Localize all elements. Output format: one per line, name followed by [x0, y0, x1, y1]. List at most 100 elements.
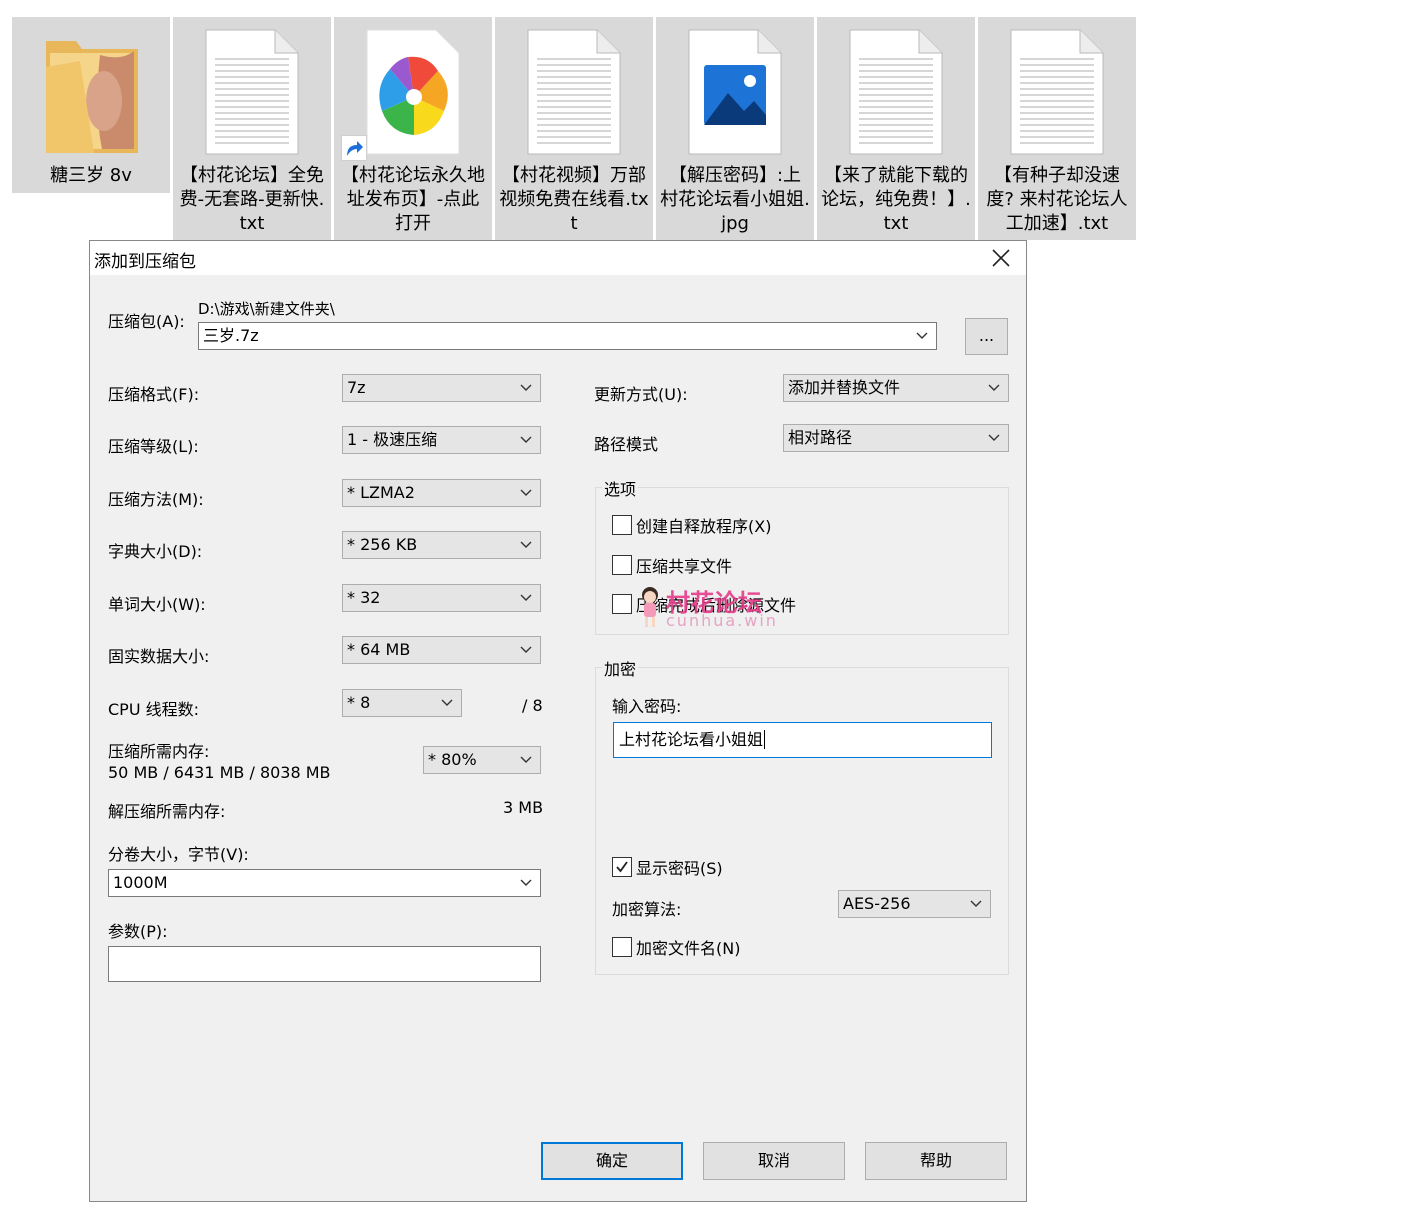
method-value: * LZMA2 [347, 483, 415, 502]
algo-label: 加密算法: [612, 900, 682, 919]
level-select[interactable]: 1 - 极速压缩 [342, 426, 541, 454]
file-tile[interactable]: 【村花论坛永久地址发布页】-点此打开 [334, 17, 492, 240]
threads-select[interactable]: * 8 [342, 689, 462, 717]
solid-select[interactable]: * 64 MB [342, 636, 541, 664]
checkbox-label: 显示密码(S) [636, 859, 723, 878]
path-mode-select[interactable]: 相对路径 [783, 424, 1009, 452]
threads-max: / 8 [522, 696, 543, 715]
chevron-down-icon [441, 699, 453, 706]
show-password-checkbox[interactable]: 显示密码(S) [612, 856, 723, 878]
checkbox-box [612, 857, 632, 877]
text-file-icon [527, 29, 621, 155]
delete-after-checkbox[interactable]: 压缩完成后删除源文件 [612, 593, 796, 615]
algo-select[interactable]: AES-256 [838, 890, 991, 918]
checkbox-label: 压缩完成后删除源文件 [636, 596, 797, 615]
file-name: 【村花论坛永久地址发布页】-点此打开 [341, 165, 485, 234]
checkmark-icon [616, 861, 628, 873]
mem-value: * 80% [428, 750, 477, 769]
volume-combo[interactable]: 1000M [108, 869, 541, 897]
chevron-down-icon [520, 489, 532, 496]
browser-link-icon [366, 29, 460, 155]
word-value: * 32 [347, 588, 381, 607]
checkbox-box [612, 515, 632, 535]
help-button[interactable]: 帮助 [865, 1142, 1007, 1180]
solid-value: * 64 MB [347, 640, 411, 659]
checkbox-box [612, 594, 632, 614]
mem-label: 压缩所需内存: [108, 742, 210, 761]
folder-icon [42, 31, 142, 161]
title-bar[interactable]: 添加到压缩包 [90, 241, 1026, 275]
file-tile[interactable]: 【村花视频】万部视频免费在线看.txt [495, 17, 653, 240]
password-label: 输入密码: [612, 697, 682, 716]
method-select[interactable]: * LZMA2 [342, 479, 541, 507]
text-file-icon [849, 29, 943, 155]
dict-value: * 256 KB [347, 535, 418, 554]
archive-name-value: 三岁.7z [203, 326, 259, 345]
archive-path: D:\游戏\新建文件夹\ [198, 300, 335, 318]
solid-label: 固实数据大小: [108, 647, 210, 666]
cancel-button[interactable]: 取消 [703, 1142, 845, 1180]
shortcut-arrow-icon [341, 135, 367, 161]
options-title: 选项 [602, 476, 639, 500]
update-label: 更新方式(U): [594, 385, 688, 404]
threads-value: * 8 [347, 693, 371, 712]
archive-name-combo[interactable]: 三岁.7z [198, 322, 937, 350]
sfx-checkbox[interactable]: 创建自释放程序(X) [612, 514, 771, 536]
chevron-down-icon [916, 332, 928, 339]
text-file-icon [1010, 29, 1104, 155]
update-select[interactable]: 添加并替换文件 [783, 374, 1009, 402]
password-input[interactable]: 上村花论坛看小姐姐 [613, 722, 992, 758]
decomp-label: 解压缩所需内存: [108, 802, 226, 821]
checkbox-box [612, 555, 632, 575]
file-name: 【村花论坛】全免费-无套路-更新快.txt [179, 165, 325, 234]
checkbox-label: 加密文件名(N) [636, 939, 741, 958]
text-cursor [764, 730, 766, 749]
add-to-archive-dialog: 添加到压缩包 压缩包(A): D:\游戏\新建文件夹\ 三岁.7z ... 压缩… [89, 240, 1027, 1202]
file-tile[interactable]: 【村花论坛】全免费-无套路-更新快.txt [173, 17, 331, 240]
chevron-down-icon [520, 756, 532, 763]
checkbox-box [612, 937, 632, 957]
file-tile[interactable]: 【有种子却没速度? 来村花论坛人工加速】.txt [978, 17, 1136, 240]
path-mode-value: 相对路径 [788, 428, 853, 447]
params-label: 参数(P): [108, 922, 168, 941]
chevron-down-icon [520, 646, 532, 653]
text-file-icon [205, 29, 299, 155]
file-tile[interactable]: 【来了就能下载的论坛，纯免费！】.txt [817, 17, 975, 240]
level-value: 1 - 极速压缩 [347, 430, 438, 449]
volume-value: 1000M [113, 873, 168, 892]
archive-label: 压缩包(A): [108, 312, 185, 331]
options-group: 选项 创建自释放程序(X) 压缩共享文件 压缩完成后删除源文件 [595, 476, 1009, 635]
chevron-down-icon [988, 384, 1000, 391]
word-select[interactable]: * 32 [342, 584, 541, 612]
close-icon[interactable] [990, 247, 1012, 269]
chevron-down-icon [520, 594, 532, 601]
ok-button[interactable]: 确定 [541, 1142, 683, 1180]
file-name: 【解压密码】:上村花论坛看小姐姐.jpg [660, 165, 810, 234]
browse-button[interactable]: ... [965, 318, 1008, 355]
chevron-down-icon [520, 436, 532, 443]
chevron-down-icon [520, 384, 532, 391]
volume-label: 分卷大小，字节(V): [108, 845, 249, 864]
folder-tile[interactable]: 糖三岁 8v [12, 17, 170, 193]
encrypt-names-checkbox[interactable]: 加密文件名(N) [612, 936, 740, 958]
file-tile[interactable]: 【解压密码】:上村花论坛看小姐姐.jpg [656, 17, 814, 240]
mem-select[interactable]: * 80% [423, 746, 541, 774]
dict-label: 字典大小(D): [108, 542, 203, 561]
mem-detail: 50 MB / 6431 MB / 8038 MB [108, 763, 331, 782]
chevron-down-icon [520, 879, 532, 886]
format-value: 7z [347, 378, 366, 397]
chevron-down-icon [970, 900, 982, 907]
update-value: 添加并替换文件 [788, 378, 901, 397]
params-input[interactable] [108, 946, 541, 982]
dict-select[interactable]: * 256 KB [342, 531, 541, 559]
checkbox-label: 创建自释放程序(X) [636, 517, 772, 536]
file-name: 【有种子却没速度? 来村花论坛人工加速】.txt [986, 165, 1128, 234]
checkbox-label: 压缩共享文件 [636, 557, 733, 576]
format-select[interactable]: 7z [342, 374, 541, 402]
file-name: 【来了就能下载的论坛，纯免费！】.txt [821, 165, 971, 234]
file-name: 【村花视频】万部视频免费在线看.txt [499, 165, 649, 234]
chevron-down-icon [988, 434, 1000, 441]
password-value: 上村花论坛看小姐姐 [619, 730, 764, 749]
encryption-title: 加密 [602, 656, 639, 680]
shared-files-checkbox[interactable]: 压缩共享文件 [612, 554, 732, 576]
